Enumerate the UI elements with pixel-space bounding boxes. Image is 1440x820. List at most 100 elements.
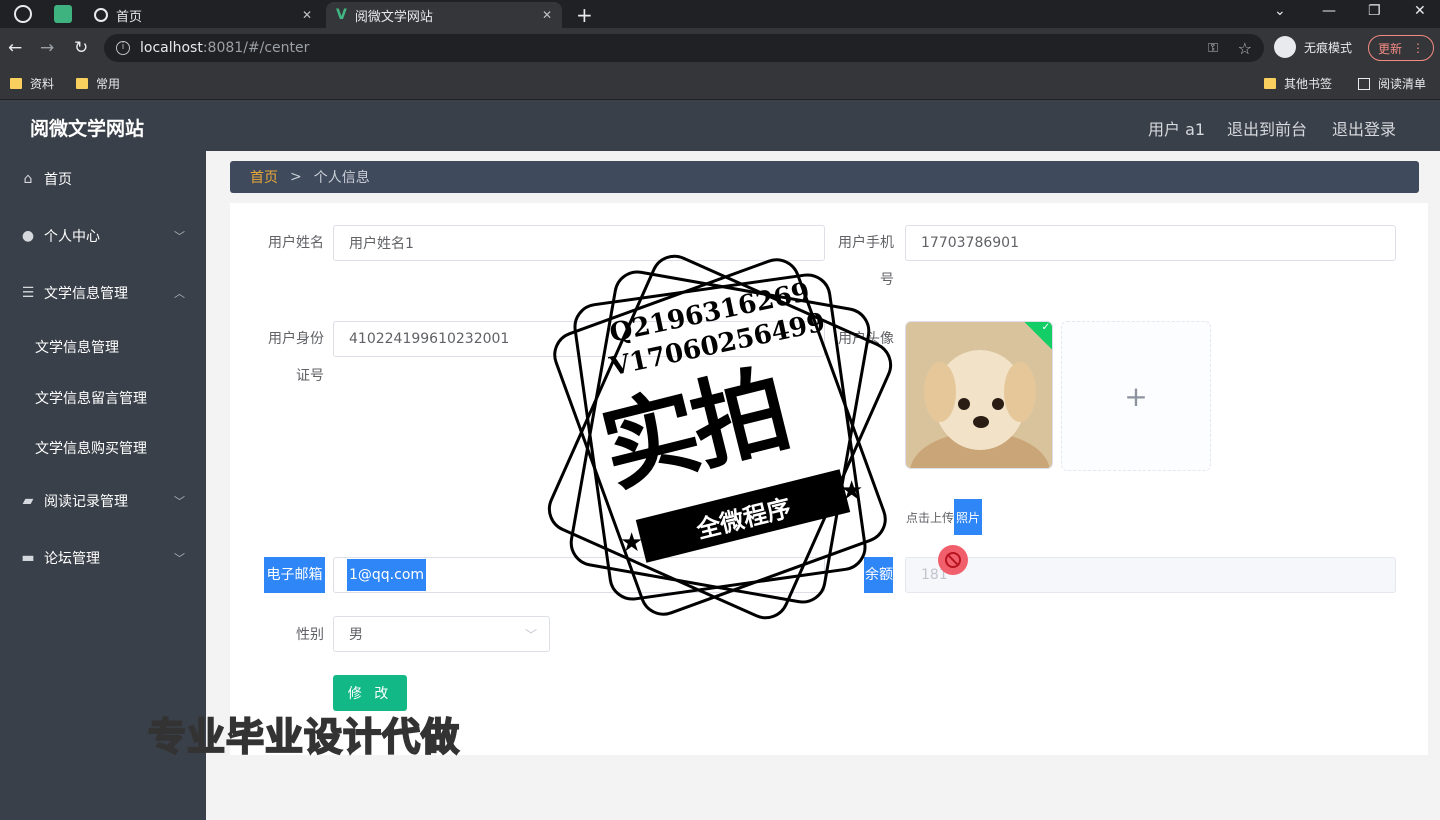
back-to-front-link[interactable]: 退出到前台 bbox=[1227, 116, 1307, 140]
tab-home[interactable]: 首页 ✕ bbox=[84, 2, 322, 28]
breadcrumb: 首页 > 个人信息 bbox=[230, 161, 1419, 193]
idcard-label: 用户身份 bbox=[268, 331, 324, 347]
user-icon: ● bbox=[21, 228, 35, 244]
email-value: 1@qq.com bbox=[347, 559, 427, 591]
bookmark-label: 阅读清单 bbox=[1378, 77, 1427, 91]
folder-icon bbox=[1264, 78, 1276, 89]
logout-link[interactable]: 退出登录 bbox=[1332, 116, 1396, 140]
sidebar-item-label: 文学信息管理 bbox=[44, 286, 128, 302]
breadcrumb-current: 个人信息 bbox=[313, 170, 370, 186]
back-icon[interactable]: ← bbox=[8, 38, 22, 58]
sidebar-item-home[interactable]: ⌂ 首页 bbox=[0, 159, 206, 199]
idcard-input[interactable]: 410224199610232001 bbox=[333, 321, 825, 357]
sidebar-subitem-literature-info[interactable]: 文学信息管理 bbox=[35, 337, 119, 357]
upload-button[interactable]: + bbox=[1061, 321, 1211, 471]
reading-list-icon bbox=[1358, 77, 1370, 90]
browser-toolbar: ← → ↻ i localhost:8081/#/center ⚿ ☆ 无痕模式… bbox=[0, 28, 1440, 68]
maximize-icon[interactable]: ❐ bbox=[1368, 3, 1381, 19]
incognito-indicator[interactable]: 无痕模式 bbox=[1274, 36, 1352, 58]
sidebar-item-label: 个人中心 bbox=[44, 229, 100, 245]
gender-value: 男 bbox=[349, 627, 363, 643]
monitor-icon: ▬ bbox=[21, 550, 35, 566]
bookmark-folder[interactable]: 资料 bbox=[10, 75, 54, 92]
new-tab-icon[interactable]: + bbox=[576, 3, 593, 27]
minimize-icon[interactable]: — bbox=[1322, 3, 1336, 19]
tab-label: 阅微文学网站 bbox=[354, 9, 433, 25]
idcard-label-suffix: 证号 bbox=[296, 368, 324, 384]
close-icon[interactable]: ✕ bbox=[542, 8, 552, 22]
bookmark-folder[interactable]: 常用 bbox=[76, 75, 120, 92]
other-bookmarks[interactable]: 其他书签 bbox=[1264, 75, 1332, 92]
sidebar-item-personal-center[interactable]: ● 个人中心 ﹀ bbox=[0, 216, 206, 256]
gender-label: 性别 bbox=[296, 627, 324, 643]
chevron-down-icon: ﹀ bbox=[174, 495, 185, 508]
bookmark-label: 其他书签 bbox=[1284, 77, 1333, 91]
more-icon: ⋮ bbox=[1412, 41, 1424, 55]
key-icon[interactable]: ⚿ bbox=[1208, 41, 1218, 56]
sidebar-subitem-literature-purchases[interactable]: 文学信息购买管理 bbox=[35, 438, 147, 458]
forward-icon[interactable]: → bbox=[40, 38, 54, 58]
sidebar-item-forum[interactable]: ▬ 论坛管理 ﹀ bbox=[0, 538, 206, 578]
avatar-image[interactable]: ✓ bbox=[905, 321, 1053, 469]
plus-icon: + bbox=[1124, 379, 1148, 413]
folder-icon bbox=[76, 78, 88, 89]
name-input[interactable]: 用户姓名1 bbox=[333, 225, 825, 261]
chevron-down-icon: ﹀ bbox=[524, 627, 537, 642]
balance-label: 余额 bbox=[864, 557, 893, 593]
tab-search-icon[interactable]: ⌄ bbox=[1274, 3, 1286, 19]
incognito-label: 无痕模式 bbox=[1304, 40, 1353, 55]
pinned-app-icon[interactable] bbox=[54, 5, 72, 23]
phone-label-suffix: 号 bbox=[880, 272, 894, 288]
sidebar-item-literature[interactable]: ☰ 文学信息管理 ︿ bbox=[0, 273, 206, 313]
upload-tip-highlight: 照片 bbox=[954, 499, 983, 535]
bookmarks-bar: 资料 常用 其他书签 阅读清单 bbox=[0, 68, 1440, 100]
address-bar[interactable]: i localhost:8081/#/center ⚿ ☆ bbox=[104, 34, 1264, 62]
upload-tip-text: 点击上传 bbox=[906, 510, 955, 525]
app-header: 阅微文学网站 用户 a1 退出到前台 退出登录 bbox=[0, 100, 1440, 151]
update-button[interactable]: 更新 ⋮ bbox=[1368, 35, 1434, 61]
sidebar-item-reading-records[interactable]: ▰ 阅读记录管理 ﹀ bbox=[0, 481, 206, 521]
globe-icon bbox=[94, 8, 108, 22]
phone-input[interactable]: 17703786901 bbox=[905, 225, 1396, 261]
upload-tip: 点击上传 照片 bbox=[906, 499, 983, 535]
not-allowed-cursor-icon bbox=[938, 545, 968, 575]
url-host: localhost bbox=[140, 40, 203, 56]
incognito-icon bbox=[1274, 36, 1296, 58]
balance-input: 181 bbox=[905, 557, 1396, 593]
vue-logo-icon: V bbox=[336, 7, 347, 23]
profile-form: 用户姓名 用户姓名1 用户手机 号 17703786901 用户身份 证号 41… bbox=[230, 203, 1428, 755]
email-input[interactable]: 1@qq.com bbox=[333, 557, 825, 593]
globe-icon[interactable] bbox=[14, 5, 32, 23]
puppy-image bbox=[906, 322, 1052, 468]
sidebar-subitem-literature-comments[interactable]: 文学信息留言管理 bbox=[35, 388, 147, 408]
info-icon[interactable]: i bbox=[116, 41, 130, 55]
update-label: 更新 bbox=[1377, 41, 1402, 56]
sidebar-item-label: 阅读记录管理 bbox=[44, 494, 128, 510]
breadcrumb-home[interactable]: 首页 bbox=[250, 167, 278, 187]
list-icon: ☰ bbox=[21, 285, 35, 301]
phone-label: 用户手机 bbox=[838, 235, 894, 251]
browser-tab-bar: 首页 ✕ V 阅微文学网站 ✕ + ⌄ — ❐ ✕ bbox=[0, 0, 1440, 28]
name-label: 用户姓名 bbox=[268, 235, 324, 251]
sidebar-item-label: 论坛管理 bbox=[44, 551, 100, 567]
gender-select[interactable]: 男 ﹀ bbox=[333, 616, 550, 652]
tab-label: 首页 bbox=[116, 9, 143, 25]
star-icon[interactable]: ☆ bbox=[1238, 39, 1252, 58]
bookmark-label: 常用 bbox=[96, 77, 121, 91]
reading-list[interactable]: 阅读清单 bbox=[1358, 75, 1426, 92]
chevron-up-icon: ︿ bbox=[174, 287, 185, 300]
tab-site[interactable]: V 阅微文学网站 ✕ bbox=[326, 2, 562, 28]
chevron-down-icon: ﹀ bbox=[174, 230, 185, 243]
app-title: 阅微文学网站 bbox=[30, 118, 145, 140]
breadcrumb-separator: > bbox=[290, 169, 302, 185]
record-icon: ▰ bbox=[22, 493, 34, 509]
sidebar-item-label: 首页 bbox=[44, 172, 72, 188]
close-icon[interactable]: ✕ bbox=[302, 8, 312, 22]
bookmark-label: 资料 bbox=[30, 77, 55, 91]
check-icon: ✓ bbox=[1041, 322, 1050, 333]
close-window-icon[interactable]: ✕ bbox=[1414, 3, 1426, 19]
reload-icon[interactable]: ↻ bbox=[74, 38, 88, 58]
watermark-bottom-text: 专业毕业设计代做 bbox=[147, 714, 461, 760]
email-label: 电子邮箱 bbox=[264, 557, 325, 593]
user-name: 用户 a1 bbox=[1148, 120, 1206, 139]
